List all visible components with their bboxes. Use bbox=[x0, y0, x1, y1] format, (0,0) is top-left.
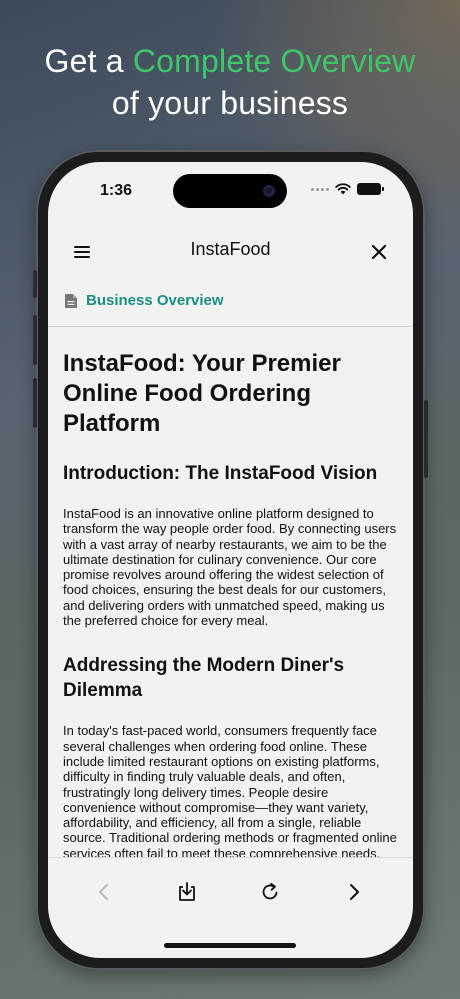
phone-screen: 1:36 InstaFood Business Overview InstaFo… bbox=[48, 162, 413, 958]
headline-prefix: Get a bbox=[44, 43, 133, 79]
camera-icon bbox=[263, 185, 275, 197]
download-icon[interactable] bbox=[175, 880, 199, 904]
volume-up-button bbox=[33, 315, 37, 365]
reload-icon[interactable] bbox=[258, 880, 282, 904]
intro-heading: Introduction: The InstaFood Vision bbox=[63, 463, 378, 484]
power-button bbox=[424, 400, 428, 478]
cellular-signal-icon bbox=[311, 187, 329, 191]
section-tab-label: Business Overview bbox=[86, 292, 224, 309]
headline-line-2: of your business bbox=[111, 85, 349, 121]
navigation-bar: InstaFood bbox=[48, 232, 413, 272]
toolbar-divider bbox=[48, 857, 413, 858]
action-button bbox=[33, 270, 37, 298]
volume-down-button bbox=[33, 378, 37, 428]
document-content[interactable]: InstaFood: Your Premier Online Food Orde… bbox=[48, 327, 413, 857]
wifi-icon bbox=[335, 183, 351, 195]
bottom-toolbar bbox=[48, 874, 413, 910]
nav-title: InstaFood bbox=[190, 239, 271, 259]
phone-frame: 1:36 InstaFood Business Overview InstaFo… bbox=[33, 150, 428, 970]
close-icon[interactable] bbox=[367, 240, 391, 264]
intro-paragraph: InstaFood is an innovative online platfo… bbox=[63, 506, 397, 629]
battery-icon bbox=[357, 183, 384, 195]
section-tab-business-overview[interactable]: Business Overview bbox=[64, 292, 224, 309]
headline-line-1: Get a Complete Overview bbox=[0, 40, 460, 82]
status-icons bbox=[311, 183, 384, 195]
back-icon[interactable] bbox=[92, 880, 116, 904]
home-indicator[interactable] bbox=[164, 943, 296, 948]
status-time: 1:36 bbox=[100, 182, 133, 199]
dynamic-island bbox=[173, 174, 287, 208]
document-icon bbox=[65, 293, 77, 308]
dilemma-heading: Addressing the Modern Diner's Dilemma bbox=[63, 655, 345, 702]
marketing-headline: Get a Complete Overview of your business bbox=[0, 40, 460, 124]
forward-icon[interactable] bbox=[342, 880, 366, 904]
document-title: InstaFood: Your Premier Online Food Orde… bbox=[63, 350, 341, 437]
dilemma-paragraph: In today's fast-paced world, consumers f… bbox=[63, 723, 397, 857]
headline-accent: Complete Overview bbox=[132, 43, 416, 79]
